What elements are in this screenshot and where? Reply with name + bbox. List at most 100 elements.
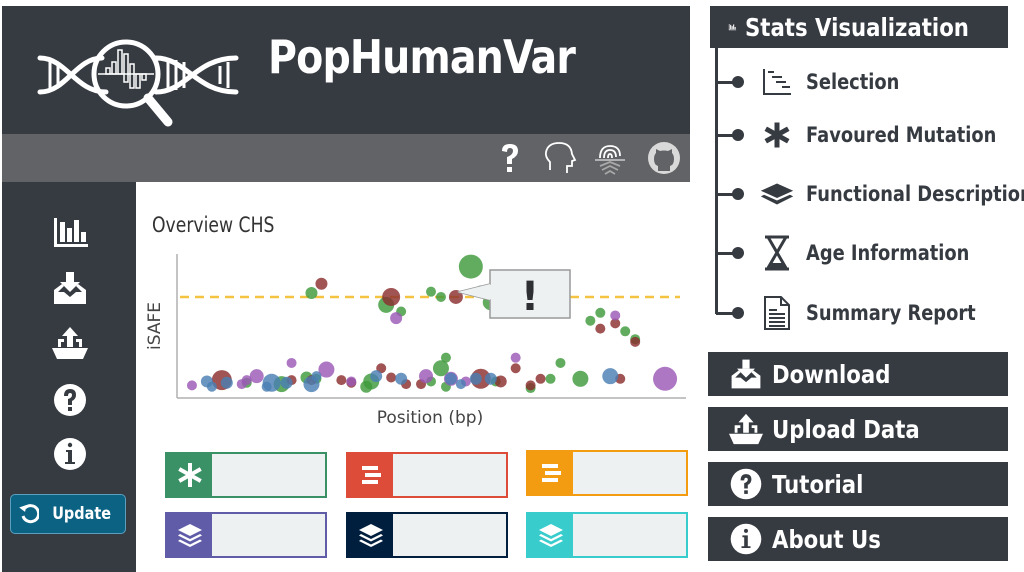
upload-tray-icon [726,409,766,449]
data-point-blue[interactable] [444,372,457,385]
data-point-purple[interactable] [510,352,521,363]
submenu-item-favoured-mutation[interactable]: Favoured Mutation [716,115,1016,155]
scatter-chart: ! iSAFE Position (bp) [145,254,686,428]
nav-button-about-us[interactable]: About Us [708,517,1008,561]
nav-button-label: About Us [772,524,881,554]
tree-node-dot [732,188,744,200]
question-circle-icon[interactable] [50,382,90,418]
data-point-blue[interactable] [220,376,233,389]
nav-button-label: Tutorial [772,469,864,499]
asterisk-icon [760,118,794,152]
submenu-item-summary-report[interactable]: Summary Report [716,293,1016,333]
y-axis-label: iSAFE [145,302,165,350]
question-circle-icon [726,464,766,504]
data-point-maroon[interactable] [336,375,347,386]
data-point-blue[interactable] [455,379,466,390]
data-point-green[interactable] [426,286,436,297]
tree-node-dot [732,76,744,88]
data-point-purple[interactable] [186,380,197,391]
refresh-icon [19,504,40,524]
data-point-maroon[interactable] [595,323,606,334]
submenu-label: Selection [806,70,900,94]
update-button[interactable]: Update [10,494,126,534]
data-point-blue[interactable] [469,372,482,385]
data-point-purple[interactable] [653,366,678,391]
document-icon [760,296,794,330]
hourglass-icon [760,235,794,271]
value-box [346,452,508,498]
layers-icon [167,514,212,556]
value-box-content [393,514,506,556]
data-point-green[interactable] [435,291,446,302]
fingerprint-icon[interactable] [592,140,628,176]
data-point-maroon[interactable] [382,287,401,306]
toolbar [2,134,690,182]
data-point-purple[interactable] [419,369,434,384]
bar-chart-icon [728,24,737,31]
data-point-blue[interactable] [370,370,383,383]
value-box-content [393,454,506,496]
value-box [165,512,327,558]
data-point-green[interactable] [620,326,631,337]
download-inbox-icon [726,354,766,394]
layers-icon [348,514,393,556]
selection-chart-icon [760,65,794,99]
value-box [526,512,688,558]
nav-button-download[interactable]: Download [708,352,1008,396]
data-point-purple[interactable] [249,369,264,384]
nav-button-tutorial[interactable]: Tutorial [708,462,1008,506]
submenu-item-age-information[interactable]: Age Information [716,233,1016,273]
update-button-label: Update [52,504,112,524]
nav-button-upload-data[interactable]: Upload Data [708,407,1008,451]
download-inbox-icon[interactable] [50,270,90,306]
data-point-blue[interactable] [261,381,272,392]
data-point-purple[interactable] [390,312,403,325]
data-point-purple[interactable] [236,379,247,390]
dna-magnifier-logo [37,39,239,127]
info-circle-icon[interactable] [50,436,90,472]
data-point-green[interactable] [458,254,483,279]
layers-icon [528,514,573,556]
question-icon[interactable] [492,140,528,176]
data-point-maroon[interactable] [510,363,521,374]
data-point-purple[interactable] [286,357,297,368]
value-box-content [573,514,686,556]
data-point-maroon[interactable] [525,380,536,391]
value-box [165,452,327,498]
stats-visualization-header[interactable]: Stats Visualization [710,6,1008,48]
data-point-maroon[interactable] [386,372,397,383]
value-box [346,512,508,558]
data-point-green[interactable] [572,370,589,387]
data-point-green[interactable] [595,307,606,318]
head-profile-icon[interactable] [542,140,578,176]
data-point-green[interactable] [555,357,566,368]
data-point-blue[interactable] [311,371,322,382]
data-point-maroon[interactable] [630,336,641,347]
submenu-label: Age Information [806,241,970,265]
value-box-content [573,452,686,494]
data-point-purple[interactable] [610,310,621,321]
data-point-blue[interactable] [206,381,217,392]
data-point-blue[interactable] [280,376,293,389]
data-point-purple[interactable] [346,376,357,387]
data-point-blue[interactable] [484,372,497,385]
data-point-green[interactable] [305,287,318,299]
data-point-blue[interactable] [395,372,408,385]
bars-icon [528,452,573,494]
submenu-label: Summary Report [806,301,976,325]
bars-icon [348,454,393,496]
data-point-maroon[interactable] [535,373,546,384]
x-axis-label: Position (bp) [377,408,483,428]
github-icon[interactable] [646,140,682,176]
data-point-green[interactable] [585,315,596,326]
submenu-item-functional-description[interactable]: Functional Description [716,174,1024,214]
submenu-label: Favoured Mutation [806,123,997,147]
data-point-blue[interactable] [602,368,619,385]
chart-title: Overview CHS [152,213,275,237]
upload-tray-icon[interactable] [50,325,90,361]
submenu-item-selection[interactable]: Selection [716,62,1016,102]
bar-chart-icon[interactable] [50,214,90,250]
data-point-maroon[interactable] [315,277,328,290]
data-point-green[interactable] [545,373,556,384]
tree-node-dot [732,129,744,141]
